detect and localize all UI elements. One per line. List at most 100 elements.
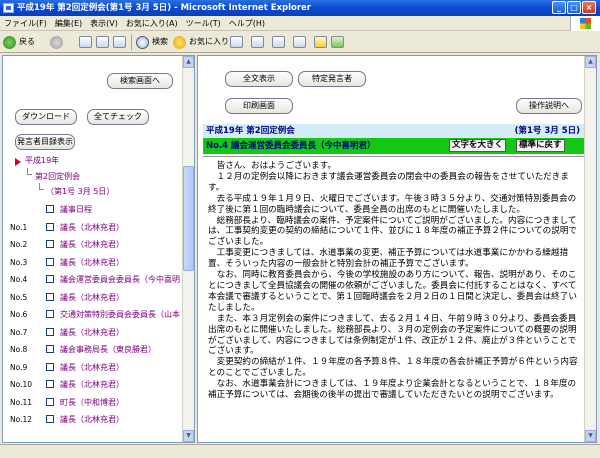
maximize-icon[interactable]: □ <box>567 1 581 14</box>
scroll-thumb[interactable] <box>183 166 194 271</box>
messenger-icon[interactable] <box>331 36 344 48</box>
item-number: No.3 <box>10 258 28 267</box>
speech-item-link[interactable]: 議会事務局長（東良勝君） <box>60 344 156 355</box>
window-title: 平成19年 第2回定例会(第1号 3月 5日) - Microsoft Inte… <box>17 3 311 13</box>
favorites-star-icon <box>173 36 186 49</box>
folder-icon[interactable] <box>314 36 327 48</box>
speech-item-link[interactable]: 議長（北林充君） <box>60 239 124 250</box>
show-all-text-button[interactable]: 全文表示 <box>225 71 293 87</box>
speech-paragraph: 変更契約の締結が１件、１９年度の各予算８件、１８年度の各会計補正予算が６件という… <box>208 357 578 379</box>
download-button[interactable]: ダウンロード <box>15 109 77 125</box>
item-checkbox[interactable] <box>46 398 54 406</box>
minimize-icon[interactable]: _ <box>552 1 566 14</box>
item-number: No.2 <box>10 240 28 249</box>
item-checkbox[interactable] <box>46 240 54 248</box>
help-button[interactable]: 操作説明へ <box>516 98 582 114</box>
item-checkbox[interactable] <box>46 310 54 318</box>
item-checkbox[interactable] <box>46 345 54 353</box>
speech-item-link[interactable]: 町長（中和博君） <box>60 397 124 408</box>
speech-paragraph: 工事変更につきましては、水道事業の変更、補正予算については水道事業にかかわる繰越… <box>208 248 569 270</box>
speech-item-link[interactable]: 交通対策特別委員会委員長（山本 <box>60 309 180 320</box>
scroll-up-icon[interactable]: ▲ <box>183 56 194 68</box>
show-speaker-list-button[interactable]: 発言者目録表示 <box>15 134 75 150</box>
specific-speaker-button[interactable]: 特定発言者 <box>298 71 366 87</box>
search-screen-button[interactable]: 検索画面へ <box>107 73 173 89</box>
speech-item-link[interactable]: 議長（北林充君） <box>60 327 124 338</box>
check-all-button[interactable]: 全てチェック <box>87 109 149 125</box>
speech-item-link[interactable]: 議長（北林充君） <box>60 257 124 268</box>
speech-item-link[interactable]: 議長（北林充君） <box>60 362 124 373</box>
speech-paragraph: なお、同時に教育委員会から、今後の学校施設のあり方について、報告、説明があり、そ… <box>208 270 577 313</box>
right-frame-content: 全文表示 特定発言者 印刷画面 操作説明へ 平成19年 第2回定例会 (第1号 … <box>197 55 597 443</box>
item-checkbox[interactable] <box>46 415 54 423</box>
tree-connector <box>27 168 32 175</box>
item-checkbox[interactable] <box>46 363 54 371</box>
speech-paragraph: なお、水道事業会計につきましては、１９年度より企業会計となるということで、１８年… <box>208 379 577 401</box>
text-normal-button[interactable]: 標準に戻す <box>516 139 565 152</box>
item-number: No.12 <box>10 415 32 424</box>
speech-paragraph: 皆さん、おはようございます。 <box>216 161 337 171</box>
item-checkbox[interactable] <box>46 380 54 388</box>
search-button[interactable]: 検索 <box>136 34 168 50</box>
menu-tools[interactable]: ツール(T) <box>182 16 225 31</box>
menu-edit[interactable]: 編集(E) <box>51 16 86 31</box>
text-bigger-button[interactable]: 文字を大きく <box>449 139 507 152</box>
forward-button[interactable] <box>50 34 64 50</box>
speech-paragraph: また、本３月定例会の案件につきまして、去る２月１４日、午前９時３０分より、委員会… <box>208 313 577 357</box>
menu-bar: ファイル(F) 編集(E) 表示(V) お気に入り(A) ツール(T) ヘルプ(H) <box>0 16 600 31</box>
history-icon[interactable] <box>230 36 243 48</box>
speech-item-link[interactable]: 議長（北林充君） <box>60 414 124 425</box>
forward-arrow-icon <box>50 36 63 49</box>
session-title: 平成19年 第2回定例会 <box>206 126 295 136</box>
refresh-icon[interactable] <box>96 36 109 48</box>
speech-item-link[interactable]: 議会運営委員会委員長（今中喜明 <box>60 274 180 285</box>
item-checkbox[interactable] <box>46 328 54 336</box>
scroll-down-icon[interactable]: ▼ <box>585 430 596 442</box>
page-status-icon <box>3 447 27 457</box>
ie-icon <box>3 3 14 13</box>
speech-item-link[interactable]: 議長（北林充君） <box>60 379 124 390</box>
back-label: 戻る <box>19 37 35 46</box>
edit-icon[interactable] <box>293 36 306 48</box>
item-number: No.9 <box>10 363 28 372</box>
print-screen-button[interactable]: 印刷画面 <box>225 98 293 114</box>
speech-body: 皆さん、おはようございます。 １２月の定例会以降におきます議会運営委員会の閉会中の… <box>208 161 583 401</box>
menu-view[interactable]: 表示(V) <box>86 16 122 31</box>
expand-triangle-icon <box>15 158 21 166</box>
speech-paragraph: １２月の定例会以降におきます議会運営委員会の閉会中の委員会の報告をさせていただき… <box>208 171 569 193</box>
mail-icon[interactable] <box>251 36 264 48</box>
speech-item-link[interactable]: 議事日程 <box>60 204 92 215</box>
right-scrollbar[interactable]: ▲ ▼ <box>584 56 596 442</box>
speech-item-link[interactable]: 議長（北林充君） <box>60 292 124 303</box>
tree-year[interactable]: 平成19年 <box>25 155 59 166</box>
menu-file[interactable]: ファイル(F) <box>0 16 51 31</box>
menu-help[interactable]: ヘルプ(H) <box>225 16 269 31</box>
item-number: No.1 <box>10 223 28 232</box>
back-arrow-icon <box>3 36 16 49</box>
item-checkbox[interactable] <box>46 258 54 266</box>
item-checkbox[interactable] <box>46 275 54 283</box>
left-scrollbar[interactable]: ▲ ▼ <box>182 56 194 442</box>
tree-issue[interactable]: （第1号 3月 5日） <box>46 186 114 197</box>
tree-session[interactable]: 第2回定例会 <box>35 171 80 182</box>
home-icon[interactable] <box>113 36 126 48</box>
print-icon[interactable] <box>272 36 285 48</box>
back-button[interactable]: 戻る <box>3 34 35 50</box>
item-checkbox[interactable] <box>46 223 54 231</box>
toolbar-separator <box>131 34 132 50</box>
scroll-up-icon[interactable]: ▲ <box>585 56 596 68</box>
speaker-bar: No.4 議会運営委員会委員長（今中喜明君） 文字を大きく 標準に戻す <box>203 138 584 154</box>
left-frame-navigation: 検索画面へ ダウンロード 全てチェック 発言者目録表示 平成19年 第2回定例会… <box>2 55 195 443</box>
stop-icon[interactable] <box>79 36 92 48</box>
item-number: No.6 <box>10 310 28 319</box>
favorites-button[interactable]: お気に入り <box>173 34 229 50</box>
item-number: No.4 <box>10 275 28 284</box>
menu-favorites[interactable]: お気に入り(A) <box>122 16 182 31</box>
search-label: 検索 <box>152 37 168 46</box>
tree-connector <box>39 183 44 190</box>
item-checkbox[interactable] <box>46 293 54 301</box>
close-icon[interactable]: × <box>582 1 596 14</box>
speech-item-link[interactable]: 議長（北林充君） <box>60 222 124 233</box>
item-checkbox[interactable] <box>46 205 54 213</box>
scroll-down-icon[interactable]: ▼ <box>183 430 194 442</box>
